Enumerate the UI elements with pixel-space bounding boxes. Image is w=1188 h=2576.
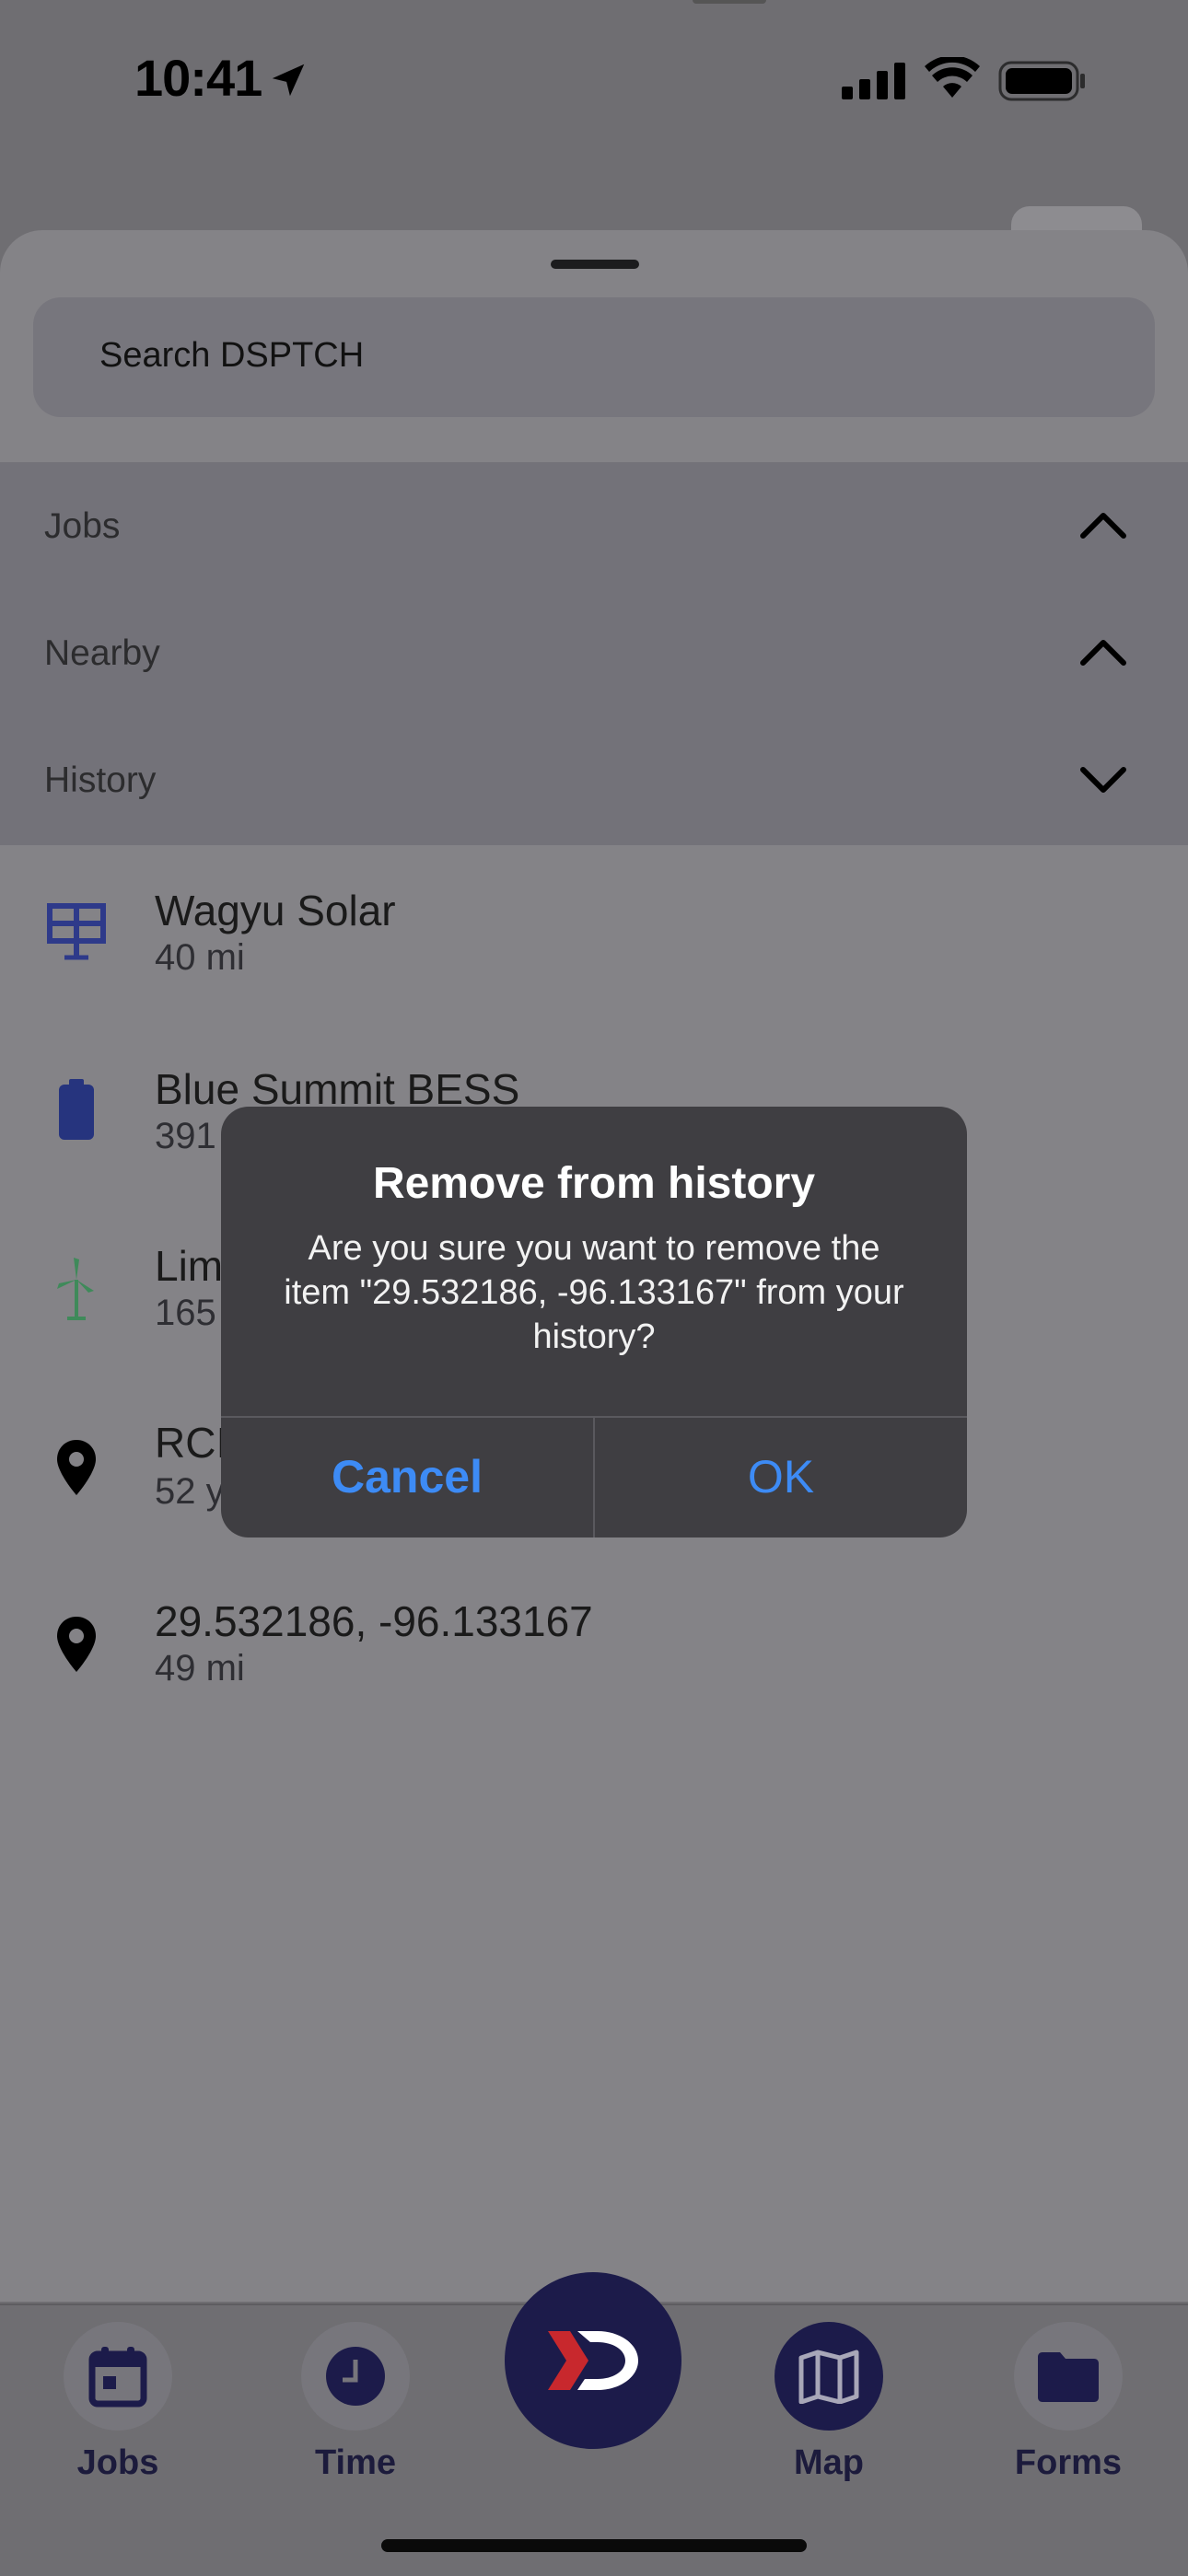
list-item-title[interactable]: Lim [155,1241,223,1291]
tab-forms[interactable]: Forms [976,2322,1160,2483]
dsptch-logo-icon [548,2331,638,2390]
tab-forms-circle [1014,2322,1123,2431]
tab-map-label: Map [794,2443,864,2482]
status-time: 10:41 [134,49,262,107]
remove-history-dialog: Remove from history Are you sure you wan… [221,1107,967,1537]
map-pin-icon [57,1440,96,1495]
solar-panel-icon [47,903,106,960]
tab-time[interactable]: Time [263,2322,448,2483]
chevron-down-icon[interactable] [1077,764,1129,797]
location-arrow-icon [272,64,305,97]
calendar-icon [88,2347,147,2408]
battery-icon [998,61,1085,101]
tab-map-circle [775,2322,883,2431]
list-item-subtitle: 49 mi [155,1648,245,1688]
section-nearby[interactable]: Nearby [44,633,160,674]
chevron-up-icon[interactable] [1077,508,1129,541]
chevron-up-icon[interactable] [1077,635,1129,668]
top-handle [693,0,766,4]
list-item-subtitle: 40 mi [155,937,245,978]
list-item-title[interactable]: RCI [155,1418,227,1468]
map-icon [798,2350,859,2404]
tab-map[interactable]: Map [737,2322,921,2483]
section-history[interactable]: History [44,760,156,801]
wifi-icon [925,57,980,98]
cellular-signal-icon [842,63,905,99]
list-item-subtitle: 165 [155,1293,216,1333]
tab-jobs-label: Jobs [76,2443,159,2482]
section-jobs[interactable]: Jobs [44,506,120,547]
wind-turbine-icon [57,1258,94,1320]
tab-time-label: Time [314,2443,396,2482]
sections-panel [0,462,1188,845]
home-indicator[interactable] [381,2539,807,2552]
list-item-title[interactable]: 29.532186, -96.133167 [155,1596,593,1646]
tab-jobs-circle [64,2322,172,2431]
cancel-button[interactable]: Cancel [221,1416,593,1537]
sheet-grabber[interactable] [551,260,639,269]
list-item-title[interactable]: Wagyu Solar [155,886,396,935]
dialog-title: Remove from history [372,1159,816,1208]
search-placeholder: Search DSPTCH [99,336,365,375]
battery-icon [59,1079,94,1140]
ok-button[interactable]: OK [595,1416,967,1537]
tab-jobs[interactable]: Jobs [26,2322,210,2483]
map-pin-icon [57,1617,96,1672]
folder-icon [1038,2352,1099,2402]
clock-icon [326,2347,385,2406]
tab-time-circle [301,2322,410,2431]
tab-forms-label: Forms [1014,2443,1123,2482]
dialog-message: Are you sure you want to remove the item… [284,1229,904,1356]
list-item-subtitle: 52 y [155,1471,225,1512]
dsptch-logo-button[interactable] [505,2272,681,2449]
